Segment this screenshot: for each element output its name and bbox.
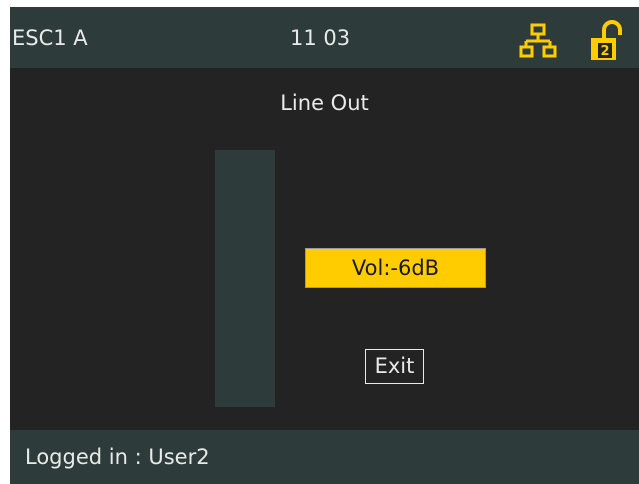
login-status: Logged in : User2	[25, 445, 210, 469]
page-title: Line Out	[280, 91, 369, 115]
volume-button[interactable]: Vol:-6dB	[305, 248, 486, 288]
level-meter	[215, 150, 275, 407]
unlocked-lock-icon: 2	[590, 20, 628, 62]
footer-bar: Logged in : User2	[10, 430, 639, 484]
header-bar: ESC1 A 11 03 2	[10, 7, 639, 68]
lock-badge: 2	[600, 44, 609, 59]
device-name: ESC1 A	[12, 26, 88, 50]
network-icon	[519, 23, 557, 59]
device-screen: ESC1 A 11 03 2 Line Out Vol:-6dB Exit Lo…	[10, 7, 639, 484]
clock: 11 03	[290, 26, 351, 50]
exit-button[interactable]: Exit	[365, 349, 424, 384]
